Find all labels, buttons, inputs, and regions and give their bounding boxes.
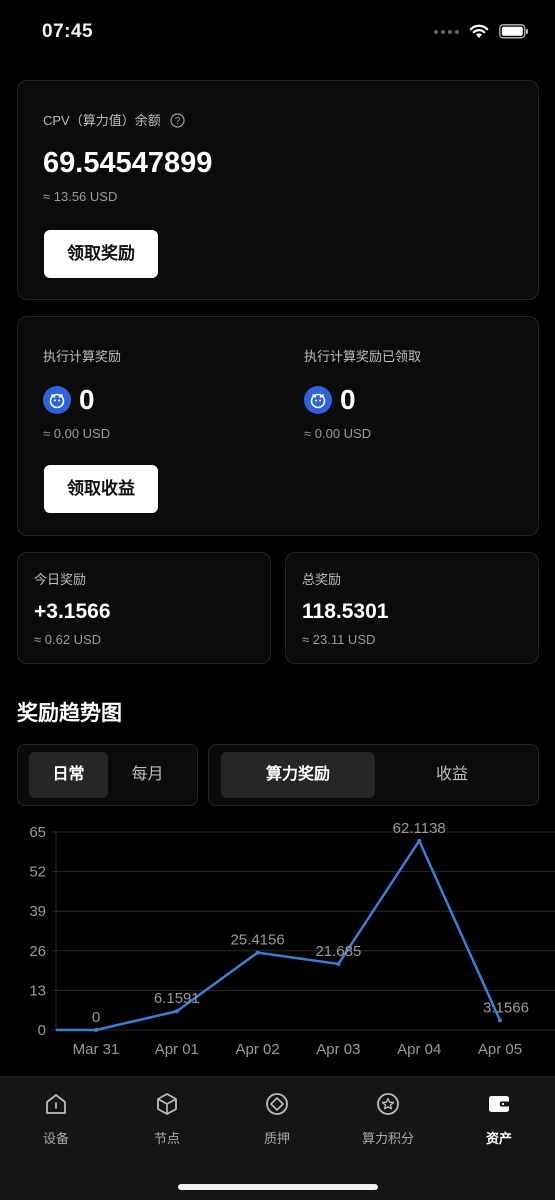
balance-value: 69.54547899 [43, 147, 213, 179]
period-segmented-control: 日常 每月 [17, 744, 198, 806]
execution-reward-label: 执行计算奖励 [43, 349, 122, 364]
execution-reward-card: 执行计算奖励 0 ≈ 0.00 USD 执行计算奖励已领取 0 ≈ 0.00 U… [17, 316, 539, 536]
total-reward-card: 总奖励 118.5301 ≈ 23.11 USD [285, 552, 539, 664]
execution-claimed-usd: ≈ 0.00 USD [304, 426, 372, 441]
battery-icon [499, 24, 528, 39]
y-tick-label: 13 [29, 982, 46, 999]
data-point [336, 961, 341, 966]
x-tick-label: Apr 05 [478, 1041, 522, 1058]
claim-reward-button[interactable]: 领取奖励 [44, 230, 158, 278]
execution-claimed-value: 0 [340, 384, 356, 415]
star-badge-icon [377, 1093, 399, 1115]
home-indicator [178, 1184, 378, 1190]
device-icon [46, 1094, 66, 1114]
x-tick-label: Apr 04 [397, 1041, 441, 1058]
balance-label: CPV（算力值）余额 ? [43, 110, 185, 129]
execution-reward-usd: ≈ 0.00 USD [43, 426, 111, 441]
y-tick-label: 52 [29, 864, 46, 881]
x-tick-label: Apr 01 [155, 1041, 199, 1058]
today-reward-card: 今日奖励 +3.1566 ≈ 0.62 USD [17, 552, 271, 664]
total-reward-usd: ≈ 23.11 USD [302, 632, 376, 647]
tab-assets[interactable]: 资产 [454, 1091, 544, 1147]
x-tick-label: Apr 02 [235, 1041, 279, 1058]
status-time: 07:45 [42, 21, 94, 42]
wifi-icon [469, 24, 489, 38]
bottom-tab-bar: 设备 节点 质押 算力积分 资产 [0, 1076, 555, 1200]
status-icons [434, 24, 529, 39]
claim-earnings-button[interactable]: 领取收益 [44, 465, 158, 513]
data-point [255, 950, 260, 955]
y-tick-label: 26 [29, 943, 46, 960]
execution-claimed-label: 执行计算奖励已领取 [304, 349, 422, 364]
tab-compute-points[interactable]: 算力积分 [343, 1091, 433, 1147]
type-segmented-control: 算力奖励 收益 [208, 744, 539, 806]
tab-monthly[interactable]: 每月 [108, 752, 187, 798]
svg-text:?: ? [175, 116, 181, 127]
cube-icon [157, 1093, 177, 1115]
wallet-icon [489, 1096, 509, 1112]
tab-stake[interactable]: 质押 [232, 1091, 322, 1147]
today-reward-label: 今日奖励 [34, 572, 87, 587]
y-tick-label: 65 [29, 824, 46, 841]
data-point [174, 1009, 179, 1014]
y-tick-label: 0 [38, 1022, 46, 1039]
balance-label-text: CPV（算力值）余额 [43, 113, 161, 128]
tab-assets-label: 资产 [485, 1131, 512, 1146]
tab-daily[interactable]: 日常 [29, 752, 108, 798]
data-label: 21.685 [315, 943, 361, 960]
total-reward-label: 总奖励 [302, 572, 342, 587]
data-label: 3.1566 [483, 999, 529, 1016]
balance-card: CPV（算力值）余额 ? 69.54547899 ≈ 13.56 USD 领取奖… [17, 80, 539, 300]
today-reward-value: +3.1566 [34, 600, 111, 623]
tab-stake-label: 质押 [263, 1131, 290, 1146]
data-label: 6.1591 [154, 990, 200, 1007]
help-icon[interactable]: ? [170, 113, 185, 128]
tab-nodes[interactable]: 节点 [122, 1091, 212, 1147]
y-tick-label: 39 [29, 903, 46, 920]
tab-compute-reward[interactable]: 算力奖励 [221, 752, 375, 798]
balance-usd: ≈ 13.56 USD [43, 189, 118, 204]
tab-nodes-label: 节点 [153, 1131, 180, 1146]
tab-compute-points-label: 算力积分 [361, 1131, 414, 1146]
trend-title: 奖励趋势图 [17, 702, 122, 725]
reward-trend-chart: 0 13 26 39 52 65 Mar 31 Apr 01 Apr 02 Apr 03 Apr 0… [29, 820, 555, 1058]
tab-earnings[interactable]: 收益 [375, 752, 529, 798]
stake-icon [266, 1093, 288, 1115]
tab-devices-label: 设备 [42, 1131, 69, 1146]
x-tick-label: Apr 03 [316, 1041, 360, 1058]
data-label: 62.1138 [393, 820, 446, 837]
data-label: 25.4156 [230, 932, 284, 949]
data-label: 0 [92, 1009, 100, 1026]
token-icon [304, 386, 332, 414]
cellular-signal-icon [434, 29, 459, 34]
data-point [417, 838, 422, 843]
today-reward-usd: ≈ 0.62 USD [34, 632, 102, 647]
status-bar: 07:45 [0, 0, 555, 64]
token-icon [43, 386, 71, 414]
execution-reward-value: 0 [79, 384, 95, 415]
data-point [498, 1018, 502, 1023]
tab-devices[interactable]: 设备 [11, 1091, 101, 1147]
x-tick-label: Mar 31 [73, 1041, 120, 1058]
data-point [94, 1028, 98, 1032]
total-reward-value: 118.5301 [302, 600, 389, 623]
